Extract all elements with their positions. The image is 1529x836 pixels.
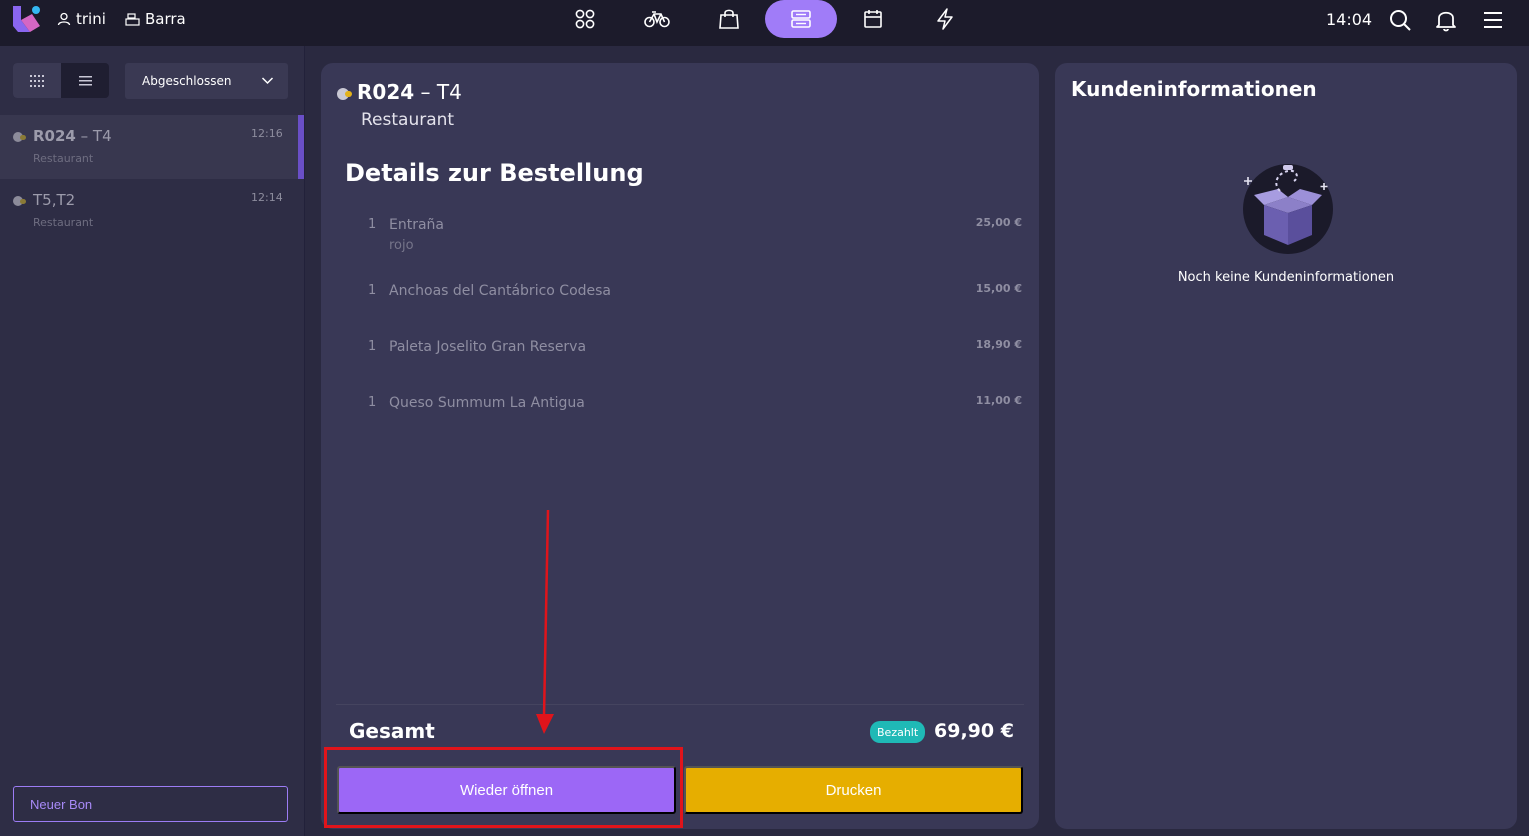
customer-info-panel: Kundeninformationen Noch keine Kundeninf… — [1055, 63, 1517, 829]
item-name: Entraña — [389, 217, 444, 233]
details-heading: Details zur Bestellung — [345, 159, 644, 187]
bell-icon[interactable] — [1434, 8, 1458, 32]
main-nav — [549, 0, 981, 38]
nav-calendar[interactable] — [837, 0, 909, 38]
nav-quick[interactable] — [909, 0, 981, 38]
nav-apps[interactable] — [549, 0, 621, 38]
order-list-time: 12:14 — [251, 191, 283, 204]
lightning-icon — [937, 8, 953, 30]
new-bon-button[interactable]: Neuer Bon — [13, 786, 288, 822]
orders-sidebar: Abgeschlossen R024 – T4 12:16 Restaurant… — [0, 46, 305, 836]
status-filter-value: Abgeschlossen — [142, 74, 232, 88]
clock: 14:04 — [1326, 10, 1373, 29]
grid-view-button[interactable] — [13, 63, 61, 98]
search-icon[interactable] — [1388, 8, 1412, 32]
item-quantity: 1 — [368, 217, 377, 232]
item-price: 15,00 € — [975, 282, 1022, 295]
print-button[interactable]: Drucken — [684, 766, 1023, 814]
grid-view-icon — [30, 74, 44, 87]
app-logo-icon[interactable] — [12, 4, 42, 34]
bike-icon — [644, 11, 670, 28]
location-menu[interactable]: Barra — [125, 10, 186, 28]
list-view-icon — [78, 75, 92, 85]
order-details-panel: R024 – T4 Restaurant Details zur Bestell… — [321, 63, 1039, 829]
user-name: trini — [76, 10, 106, 28]
item-name: Queso Summum La Antigua — [389, 395, 585, 411]
shopping-bag-icon — [719, 9, 739, 29]
nav-orders[interactable] — [765, 0, 837, 38]
chevron-down-icon — [261, 77, 274, 85]
total-amount: 69,90 € — [934, 720, 1014, 742]
nav-delivery[interactable] — [621, 0, 693, 38]
location-name: Barra — [145, 10, 186, 28]
apps-icon — [575, 9, 595, 29]
user-icon — [57, 12, 71, 26]
item-name: Anchoas del Cantábrico Codesa — [389, 283, 612, 299]
view-toggle — [13, 63, 109, 98]
order-status-dot — [13, 132, 26, 142]
item-quantity: 1 — [368, 339, 377, 354]
order-list-subtitle: Restaurant — [33, 216, 94, 229]
top-bar: trini Barra 14:04 — [0, 0, 1529, 46]
cash-register-icon — [125, 13, 140, 26]
selected-indicator — [298, 115, 304, 179]
item-price: 25,00 € — [975, 216, 1022, 229]
order-status-dot — [337, 88, 352, 100]
order-list-time: 12:16 — [251, 127, 283, 140]
order-status-dot — [13, 196, 26, 206]
menu-icon[interactable] — [1481, 8, 1505, 32]
order-subtitle: Restaurant — [361, 110, 455, 130]
item-quantity: 1 — [368, 395, 377, 410]
list-view-button[interactable] — [61, 63, 109, 98]
orders-icon — [791, 10, 811, 28]
nav-takeaway[interactable] — [693, 0, 765, 38]
order-list-item[interactable]: R024 – T4 12:16 Restaurant — [0, 115, 304, 179]
divider — [336, 704, 1024, 705]
item-price: 18,90 € — [975, 338, 1022, 351]
paid-status-badge: Bezahlt — [870, 721, 926, 743]
customer-empty-text: Noch keine Kundeninformationen — [1177, 270, 1395, 285]
item-name: Paleta Joselito Gran Reserva — [389, 339, 587, 355]
order-title: R024 – T4 — [357, 80, 462, 104]
item-price: 11,00 € — [975, 394, 1022, 407]
item-quantity: 1 — [368, 283, 377, 298]
order-list-item[interactable]: T5,T2 12:14 Restaurant — [0, 179, 304, 243]
order-list-subtitle: Restaurant — [33, 152, 94, 165]
order-list-title: R024 – T4 — [33, 127, 112, 145]
empty-box-icon — [1243, 164, 1333, 254]
status-filter-select[interactable]: Abgeschlossen — [125, 63, 288, 99]
total-label: Gesamt — [349, 719, 435, 743]
calendar-icon — [864, 10, 882, 28]
order-list-title: T5,T2 — [33, 191, 76, 209]
user-menu[interactable]: trini — [57, 10, 106, 28]
annotation-arrow-icon — [536, 510, 554, 734]
item-note: rojo — [389, 238, 414, 253]
customer-info-heading: Kundeninformationen — [1071, 77, 1317, 101]
annotation-highlight-box — [324, 747, 683, 828]
